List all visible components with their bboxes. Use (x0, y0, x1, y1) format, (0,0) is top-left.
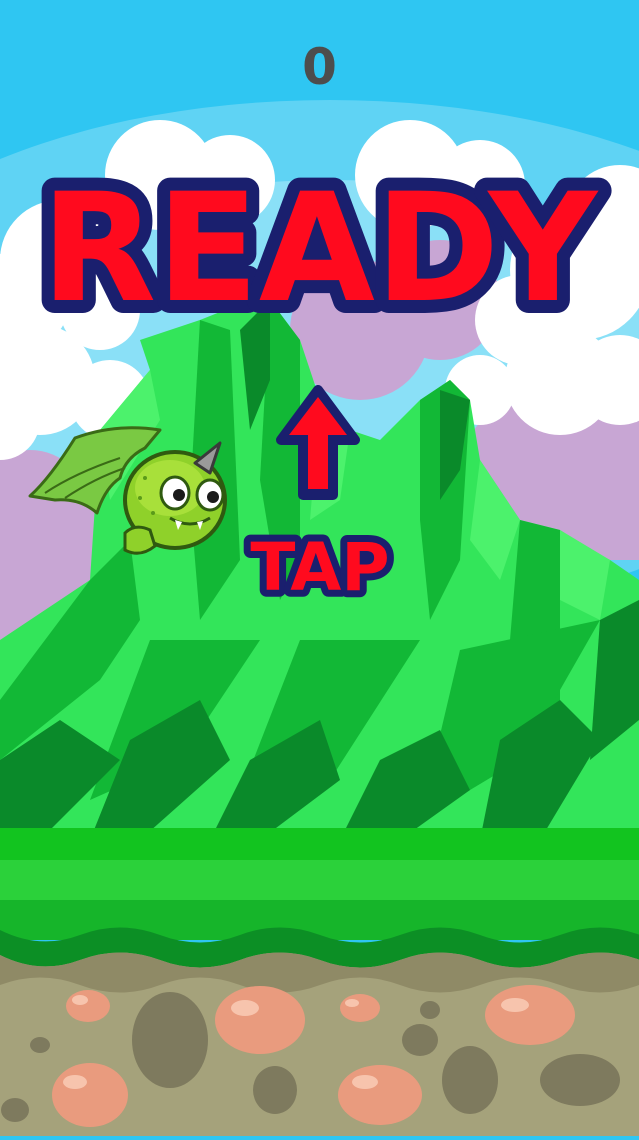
tap-to-start-area[interactable] (0, 0, 639, 1136)
